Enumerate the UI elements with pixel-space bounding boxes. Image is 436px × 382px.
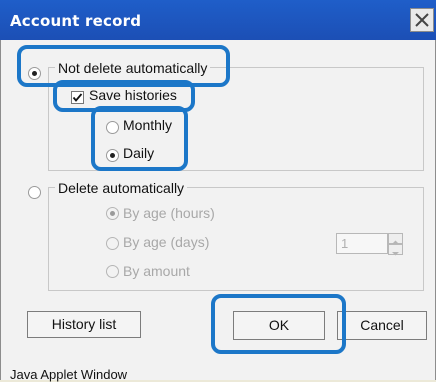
by-age-hours-radio[interactable]: [106, 207, 119, 220]
spin-down-icon: [392, 252, 399, 256]
highlight-ok: [211, 294, 346, 354]
days-value: 1: [341, 236, 349, 251]
by-age-days-label: By age (days): [123, 234, 210, 250]
close-button[interactable]: [410, 8, 434, 32]
spin-up-button[interactable]: [388, 233, 403, 244]
window-title: Account record: [10, 12, 142, 30]
by-age-days-radio[interactable]: [106, 237, 119, 250]
cancel-button[interactable]: Cancel: [337, 311, 427, 340]
cancel-button-label: Cancel: [360, 317, 404, 333]
spin-down-button[interactable]: [388, 244, 403, 256]
by-amount-radio[interactable]: [106, 265, 119, 278]
days-input[interactable]: 1: [336, 233, 388, 254]
by-age-hours-label: By age (hours): [123, 205, 215, 221]
delete-label: Delete automatically: [55, 180, 188, 196]
history-list-button-label: History list: [51, 316, 117, 332]
by-amount-label: By amount: [123, 263, 190, 279]
highlight-daily: [91, 106, 188, 171]
close-icon: [415, 13, 429, 27]
delete-radio[interactable]: [28, 186, 41, 199]
history-list-button[interactable]: History list: [27, 311, 141, 338]
